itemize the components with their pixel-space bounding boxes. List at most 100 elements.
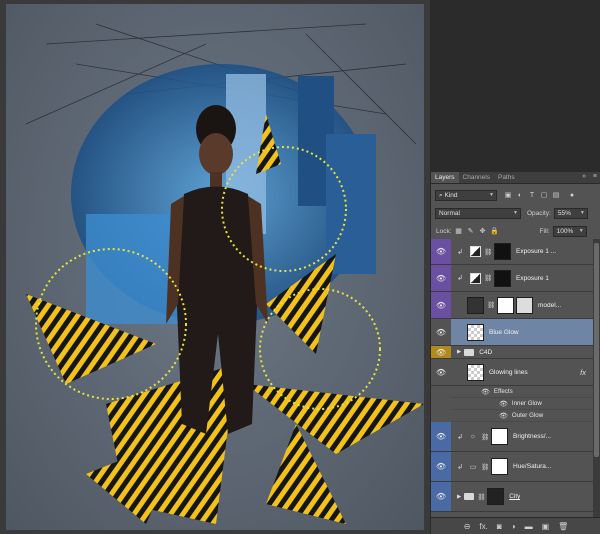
- layers-panel: Layers Channels Paths » ≡ ⌕ Kind ▼ ▣ ◐ T…: [430, 172, 600, 534]
- layer-thumb[interactable]: [467, 323, 484, 341]
- visibility-toggle[interactable]: 👁: [431, 292, 451, 318]
- smart-object-thumb[interactable]: [467, 296, 484, 314]
- layer-name[interactable]: Brightness/...: [513, 433, 551, 440]
- link-icon: ⛓: [477, 493, 486, 501]
- lock-label: Lock:: [436, 227, 452, 235]
- layer-name[interactable]: Exposure 1: [516, 275, 549, 282]
- layer-name[interactable]: Exposure 1 ...: [516, 248, 556, 255]
- panel-menu-icon[interactable]: ≡: [593, 173, 597, 180]
- layer-row[interactable]: 👁 ⛓ model...: [431, 292, 594, 319]
- visibility-toggle[interactable]: 👁: [431, 319, 451, 345]
- layer-mask-thumb[interactable]: [487, 488, 505, 505]
- fill-input[interactable]: 100% ▼: [552, 225, 587, 237]
- visibility-toggle[interactable]: 👁: [431, 422, 451, 451]
- tab-paths[interactable]: Paths: [494, 172, 519, 183]
- fill-label: Fill:: [539, 227, 550, 235]
- visibility-toggle[interactable]: 👁: [431, 359, 451, 385]
- new-adjustment-icon[interactable]: ◑: [511, 522, 516, 531]
- chevron-down-icon: ▼: [489, 191, 494, 198]
- chevron-down-icon: ▼: [513, 209, 518, 216]
- panel-tab-bar: Layers Channels Paths » ≡: [431, 172, 600, 184]
- blend-row: Normal ▼ Opacity: 55% ▼: [431, 207, 600, 219]
- layers-scrollbar[interactable]: [593, 239, 600, 517]
- document-canvas[interactable]: [0, 0, 430, 534]
- smart-object-filter-icon[interactable]: ▤: [551, 190, 561, 200]
- eye-icon: 👁: [435, 462, 447, 471]
- layer-row[interactable]: 👁 ↲ ⛓ Exposure 1 ...: [431, 239, 594, 265]
- new-layer-icon[interactable]: ▣: [542, 522, 550, 531]
- fx-badge[interactable]: fx: [580, 368, 586, 377]
- layer-name[interactable]: Glowing lines: [489, 369, 528, 376]
- layer-name[interactable]: C4D: [479, 349, 492, 356]
- effect-name: Outer Glow: [511, 412, 544, 419]
- add-mask-icon[interactable]: ◙: [497, 522, 502, 531]
- lock-all-icon[interactable]: 🔒: [490, 226, 500, 236]
- layer-name[interactable]: Blue Glow: [489, 329, 519, 336]
- folder-icon: [464, 348, 475, 356]
- layer-row[interactable]: 👁 ↲ ☼ ⛓ Brightness/...: [431, 422, 594, 452]
- layer-row[interactable]: 👁 ↲ ▭ ⛓ Hue/Satura...: [431, 452, 594, 482]
- brightness-adjustment-icon: ☼: [469, 433, 477, 440]
- clip-arrow-icon: ↲: [457, 275, 463, 282]
- layer-name[interactable]: Hue/Satura...: [513, 463, 551, 470]
- visibility-toggle[interactable]: 👁: [431, 452, 451, 481]
- double-chevron-right-icon[interactable]: »: [582, 173, 586, 180]
- adjustment-filter-icon[interactable]: ◐: [515, 190, 525, 200]
- tab-channels[interactable]: Channels: [459, 172, 494, 183]
- layer-mask-thumb[interactable]: [497, 296, 514, 314]
- lock-row: Lock: ▦ ✎ ✥ 🔒 Fill: 100% ▼: [431, 225, 600, 237]
- opacity-input[interactable]: 55% ▼: [553, 207, 588, 219]
- layer-name[interactable]: model...: [538, 302, 561, 309]
- chevron-down-icon: ▼: [579, 209, 585, 216]
- visibility-toggle[interactable]: 👁: [431, 239, 451, 264]
- expand-triangle-icon[interactable]: ▶: [457, 349, 461, 355]
- layer-mask-thumb[interactable]: [494, 269, 511, 287]
- image-filter-icon[interactable]: ▣: [503, 190, 513, 200]
- effects-row[interactable]: 👁 Effects: [451, 386, 594, 398]
- exposure-adjustment-icon: [470, 272, 481, 284]
- link-icon: ⛓: [484, 275, 493, 282]
- layer-row-selected[interactable]: 👁 Blue Glow: [431, 319, 594, 346]
- clip-arrow-icon: ↲: [457, 248, 463, 256]
- shape-filter-icon[interactable]: ▢: [539, 190, 549, 200]
- link-layers-icon[interactable]: ⊖: [464, 522, 471, 531]
- delete-layer-icon[interactable]: 🗑: [558, 522, 568, 531]
- lock-move-icon[interactable]: ✥: [478, 226, 488, 236]
- add-style-icon[interactable]: fx.: [479, 522, 487, 531]
- link-icon: ⛓: [481, 433, 490, 441]
- layer-mask-thumb[interactable]: [491, 458, 508, 475]
- visibility-toggle[interactable]: 👁: [431, 346, 451, 358]
- layer-mask-thumb[interactable]: [491, 428, 508, 445]
- tab-layers[interactable]: Layers: [431, 172, 459, 183]
- filter-kind-dropdown[interactable]: ⌕ Kind ▼: [435, 189, 497, 201]
- visibility-toggle[interactable]: 👁: [431, 482, 451, 511]
- filter-toggle-icon[interactable]: ●: [567, 190, 577, 200]
- effect-item[interactable]: 👁 Outer Glow: [451, 410, 594, 422]
- eye-icon: 👁: [435, 273, 447, 283]
- eye-icon[interactable]: 👁: [499, 400, 508, 408]
- eye-icon: 👁: [435, 300, 447, 310]
- layer-group-row[interactable]: 👁 ▶ ⛓ City: [431, 482, 594, 512]
- eye-icon[interactable]: 👁: [499, 412, 508, 420]
- vector-mask-thumb[interactable]: [516, 296, 533, 314]
- opacity-label: Opacity:: [527, 209, 551, 217]
- visibility-toggle[interactable]: 👁: [431, 265, 451, 291]
- blend-mode-dropdown[interactable]: Normal ▼: [435, 207, 521, 219]
- lock-brush-icon[interactable]: ✎: [466, 226, 476, 236]
- new-group-icon[interactable]: ▬: [525, 522, 533, 531]
- artwork-illustration: [6, 4, 424, 530]
- layer-row[interactable]: 👁 ↲ ⛓ Exposure 1: [431, 265, 594, 292]
- layer-group-row[interactable]: 👁 ▶ C4D: [431, 346, 594, 359]
- effect-item[interactable]: 👁 Inner Glow: [451, 398, 594, 410]
- eye-icon[interactable]: 👁: [481, 388, 490, 396]
- type-filter-icon[interactable]: T: [527, 190, 537, 200]
- scroll-thumb[interactable]: [594, 243, 599, 457]
- eye-icon: 👁: [435, 347, 447, 357]
- layer-row[interactable]: 👁 Glowing lines fx: [431, 359, 594, 386]
- layer-name[interactable]: City: [509, 493, 520, 500]
- eye-icon: 👁: [435, 367, 447, 377]
- expand-triangle-icon[interactable]: ▶: [457, 494, 461, 500]
- layer-mask-thumb[interactable]: [494, 243, 511, 260]
- lock-transparent-icon[interactable]: ▦: [454, 226, 464, 236]
- layer-thumb[interactable]: [467, 363, 484, 381]
